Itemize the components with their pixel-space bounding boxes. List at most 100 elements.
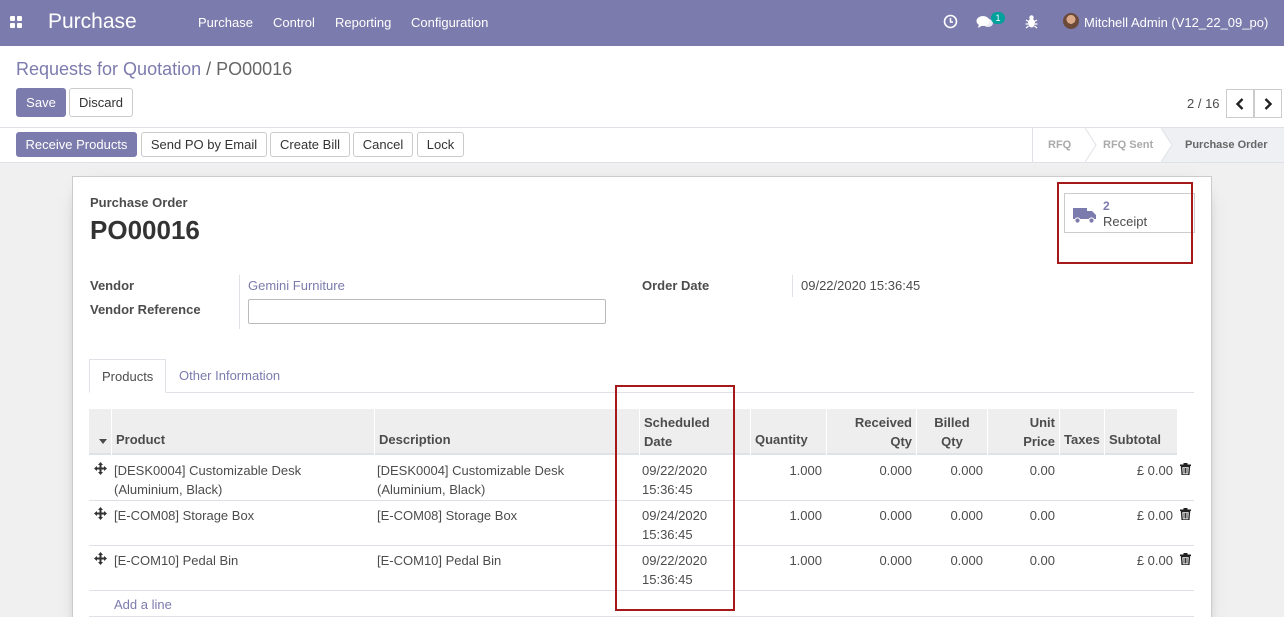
cell-received: 0.000 (879, 508, 912, 523)
cell-unit-price: 0.00 (1029, 553, 1055, 568)
breadcrumb-parent[interactable]: Requests for Quotation (16, 59, 201, 79)
field-separator (792, 275, 793, 297)
cell-description: [E-COM10] Pedal Bin (377, 551, 501, 570)
control-panel: Requests for Quotation / PO00016 Save Disc… (0, 46, 1284, 128)
cell-description-line1: [DESK0004] Customizable Desk (377, 463, 565, 478)
receive-products-button[interactable]: Receive Products (16, 132, 137, 157)
menu-control[interactable]: Control (273, 15, 315, 30)
col-taxes[interactable]: Taxes (1059, 409, 1104, 455)
tab-products[interactable]: Products (89, 359, 167, 393)
vendor-reference-input[interactable] (248, 299, 606, 324)
save-button[interactable]: Save (16, 88, 66, 117)
chat-badge: 1 (991, 12, 1005, 24)
vendor-reference-label: Vendor Reference (90, 302, 201, 317)
user-avatar[interactable] (1063, 13, 1079, 29)
col-subtotal[interactable]: Subtotal (1104, 409, 1177, 455)
cell-quantity: 1.000 (789, 463, 822, 478)
menu-reporting[interactable]: Reporting (335, 15, 391, 30)
add-a-line-link[interactable]: Add a line (114, 597, 172, 612)
pager-previous-button[interactable] (1226, 89, 1254, 118)
drag-handle-icon[interactable] (94, 507, 107, 520)
order-date-field[interactable]: 09/22/2020 15:36:45 (801, 278, 920, 293)
cell-product-line2: (Aluminium, Black) (114, 482, 223, 497)
cell-received: 0.000 (879, 553, 912, 568)
app-title: Purchase (48, 10, 137, 33)
cell-subtotal: £ 0.00 (1136, 508, 1173, 523)
cell-product: [DESK0004] Customizable Desk (Aluminium, … (114, 461, 301, 499)
breadcrumb-current: PO00016 (216, 59, 293, 79)
tab-other-information[interactable]: Other Information (167, 359, 292, 393)
debug-bug-icon[interactable] (1025, 14, 1038, 29)
chevron-left-icon (1235, 98, 1244, 110)
cell-description: [DESK0004] Customizable Desk (Aluminium, … (377, 461, 564, 499)
trash-icon[interactable] (1180, 463, 1191, 475)
cell-product: [E-COM10] Pedal Bin (114, 551, 238, 570)
stage-rfq-sent[interactable]: RFQ Sent (1103, 139, 1153, 151)
cell-unit-price: 0.00 (1029, 463, 1055, 478)
col-received-qty[interactable]: Received Qty (826, 409, 916, 455)
cell-description: [E-COM08] Storage Box (377, 506, 517, 525)
form-statusbar: Receive Products Send PO by Email Create… (0, 128, 1284, 163)
col-billed-line1: Billed (934, 415, 970, 430)
cell-description-line2: (Aluminium, Black) (377, 482, 486, 497)
cell-description-line1: [E-COM08] Storage Box (377, 508, 518, 523)
user-menu[interactable]: Mitchell Admin (V12_22_09_po) (1084, 15, 1268, 30)
cell-product-line1: [DESK0004] Customizable Desk (114, 463, 302, 478)
col-billed-qty[interactable]: Billed Qty (916, 409, 987, 455)
drag-handle-icon[interactable] (94, 552, 107, 565)
cell-subtotal: £ 0.00 (1136, 553, 1173, 568)
highlight-box-scheduled-date (615, 385, 735, 611)
col-billed-line2: Qty (941, 434, 963, 449)
send-po-email-button[interactable]: Send PO by Email (141, 132, 267, 157)
document-name: PO00016 (90, 215, 200, 245)
create-bill-button[interactable]: Create Bill (270, 132, 350, 157)
vendor-field[interactable]: Gemini Furniture (248, 278, 345, 293)
drag-handle-icon[interactable] (94, 462, 107, 475)
cell-description-line1: [E-COM10] Pedal Bin (377, 553, 502, 568)
pager-value[interactable]: 2 / 16 (1187, 96, 1220, 111)
stage-divider (1085, 128, 1097, 162)
cell-unit-price: 0.00 (1029, 508, 1055, 523)
col-received-line2: Qty (890, 434, 912, 449)
document-type-label: Purchase Order (90, 195, 188, 210)
activity-clock-icon[interactable] (943, 14, 958, 29)
field-separator (239, 275, 240, 329)
breadcrumb-separator: / (206, 59, 212, 79)
col-received-line1: Received (854, 415, 912, 430)
chevron-right-icon (1264, 98, 1273, 110)
menu-purchase[interactable]: Purchase (198, 15, 253, 30)
vendor-label: Vendor (90, 278, 135, 293)
col-description[interactable]: Description (374, 409, 637, 455)
cell-quantity: 1.000 (789, 508, 822, 523)
app-menu-icon[interactable] (10, 16, 23, 29)
cell-quantity: 1.000 (789, 553, 822, 568)
lock-button[interactable]: Lock (417, 132, 464, 157)
stage-rfq[interactable]: RFQ (1048, 139, 1071, 151)
cell-billed: 0.000 (950, 508, 983, 523)
discard-button[interactable]: Discard (69, 88, 133, 117)
cell-subtotal: £ 0.00 (1136, 463, 1173, 478)
menu-configuration[interactable]: Configuration (411, 15, 488, 30)
cell-received: 0.000 (879, 463, 912, 478)
stage-divider (1161, 128, 1173, 162)
stage-purchase-order: Purchase Order (1185, 139, 1268, 151)
highlight-box-receipt (1057, 182, 1193, 264)
cell-product: [E-COM08] Storage Box (114, 506, 254, 525)
breadcrumb: Requests for Quotation / PO00016 (16, 59, 292, 80)
trash-icon[interactable] (1180, 553, 1191, 565)
col-quantity[interactable]: Quantity (750, 409, 825, 455)
sort-caret-icon[interactable] (99, 439, 107, 444)
col-unit-line2: Price (1023, 434, 1055, 449)
order-date-label: Order Date (642, 278, 710, 293)
cell-product-line1: [E-COM08] Storage Box (114, 508, 255, 523)
cancel-button[interactable]: Cancel (353, 132, 413, 157)
cell-billed: 0.000 (950, 553, 983, 568)
cell-billed: 0.000 (950, 463, 983, 478)
trash-icon[interactable] (1180, 508, 1191, 520)
col-unit-line1: Unit (1029, 415, 1055, 430)
col-product[interactable]: Product (111, 409, 374, 455)
cell-product-line1: [E-COM10] Pedal Bin (114, 553, 239, 568)
col-unit-price[interactable]: Unit Price (987, 409, 1059, 455)
pager-next-button[interactable] (1254, 89, 1282, 118)
top-navbar: Purchase Purchase Control Reporting Conf… (0, 0, 1284, 46)
